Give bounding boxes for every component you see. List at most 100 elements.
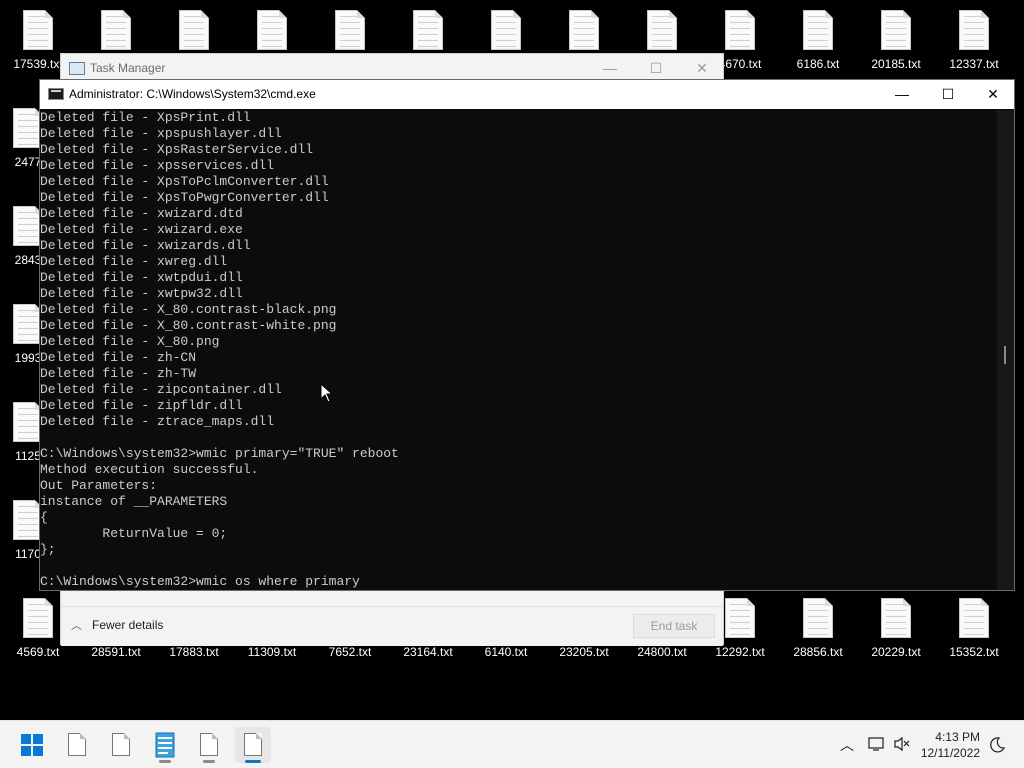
desktop-file-label: 6140.txt xyxy=(484,645,528,659)
console-line: Deleted file - XpsPrint.dll xyxy=(40,110,251,125)
volume-muted-icon[interactable] xyxy=(893,736,911,752)
fewer-details-label: Fewer details xyxy=(92,618,164,632)
cmd-maximize-button[interactable]: ☐ xyxy=(925,80,971,109)
taskbar-file-button-2[interactable] xyxy=(103,727,139,763)
scroll-thumb[interactable] xyxy=(1004,346,1006,364)
show-hidden-icons-button[interactable]: ︿ xyxy=(840,735,854,755)
desktop-file-label: 24800.txt xyxy=(637,645,687,659)
text-file-icon xyxy=(23,10,53,50)
desktop-file-label: 7652.txt xyxy=(328,645,372,659)
taskbar-file-button-3[interactable] xyxy=(191,727,227,763)
desktop-file-label: 17883.txt xyxy=(169,645,219,659)
desktop-file-label: 20229.txt xyxy=(871,645,921,659)
console-line: Deleted file - X_80.contrast-white.png xyxy=(40,318,337,333)
console-line: Deleted file - xwizard.dtd xyxy=(40,206,243,221)
taskbar: ︿ 4:13 PM 12/11/2022 xyxy=(0,720,1024,768)
cmd-minimize-button[interactable]: — xyxy=(879,80,925,109)
text-file-icon xyxy=(725,10,755,50)
task-manager-title: Task Manager xyxy=(90,61,166,75)
running-indicator xyxy=(159,760,171,763)
end-task-button[interactable]: End task xyxy=(633,614,715,638)
clock[interactable]: 4:13 PM 12/11/2022 xyxy=(921,729,980,761)
start-button[interactable] xyxy=(14,727,50,763)
task-manager-maximize-button[interactable]: ☐ xyxy=(633,54,679,82)
console-line: Deleted file - xpsservices.dll xyxy=(40,158,275,173)
console-line: Deleted file - zipfldr.dll xyxy=(40,398,243,413)
text-file-icon xyxy=(803,598,833,638)
text-file-icon xyxy=(179,10,209,50)
console-line: C:\Windows\system32>wmic primary="TRUE" … xyxy=(40,446,399,461)
text-file-icon xyxy=(335,10,365,50)
desktop-file-label: 28856.txt xyxy=(793,645,843,659)
fewer-details-button[interactable]: ︿ Fewer details xyxy=(71,617,163,633)
desktop-file-label: 23164.txt xyxy=(403,645,453,659)
console-line: Deleted file - XpsToPclmConverter.dll xyxy=(40,174,329,189)
task-manager-close-button[interactable]: ✕ xyxy=(679,54,725,82)
notepad-icon xyxy=(155,732,175,758)
console-line: Deleted file - zipcontainer.dll xyxy=(40,382,282,397)
desktop-file-icon[interactable]: 20185.txt xyxy=(858,0,934,72)
clock-time: 4:13 PM xyxy=(935,730,980,744)
console-line: Deleted file - xwtpw32.dll xyxy=(40,286,243,301)
cmd-title: Administrator: C:\Windows\System32\cmd.e… xyxy=(69,87,316,101)
text-file-icon xyxy=(881,598,911,638)
desktop-file-label: 12292.txt xyxy=(715,645,765,659)
desktop-file-icon[interactable]: 20229.txt xyxy=(858,588,934,660)
console-line: Method execution successful. xyxy=(40,462,259,477)
text-file-icon xyxy=(413,10,443,50)
task-manager-icon xyxy=(69,62,85,75)
console-line: Deleted file - xpspushlayer.dll xyxy=(40,126,282,141)
task-manager-titlebar[interactable]: Task Manager — ☐ ✕ xyxy=(61,54,723,82)
desktop-file-label: 23205.txt xyxy=(559,645,609,659)
display-icon[interactable] xyxy=(867,736,885,752)
console-line: Deleted file - ztrace_maps.dll xyxy=(40,414,275,429)
taskbar-file-button-4[interactable] xyxy=(235,727,271,763)
desktop-file-label: 15352.txt xyxy=(949,645,999,659)
desktop-file-icon[interactable]: 6186.txt xyxy=(780,0,856,72)
text-file-icon xyxy=(569,10,599,50)
text-file-icon xyxy=(959,10,989,50)
task-manager-footer: ︿ Fewer details End task xyxy=(61,606,723,646)
task-manager-minimize-button[interactable]: — xyxy=(587,54,633,82)
focus-assist-moon-icon[interactable] xyxy=(988,736,1006,754)
text-file-icon xyxy=(101,10,131,50)
cmd-scrollbar[interactable] xyxy=(997,110,1014,590)
mouse-cursor-icon xyxy=(320,383,334,403)
console-line: { xyxy=(40,510,48,525)
console-line: Deleted file - zh-TW xyxy=(40,366,197,381)
desktop-file-label: 12337.txt xyxy=(949,57,999,71)
cmd-window[interactable]: Administrator: C:\Windows\System32\cmd.e… xyxy=(39,79,1015,591)
console-line: Deleted file - xwizards.dll xyxy=(40,238,251,253)
console-line: Deleted file - X_80.png xyxy=(40,334,220,349)
console-line: C:\Windows\system32>wmic os where primar… xyxy=(40,574,360,589)
text-file-icon xyxy=(803,10,833,50)
document-icon xyxy=(244,733,262,756)
desktop-file-icon[interactable]: 28856.txt xyxy=(780,588,856,660)
console-line: Deleted file - xwtpdui.dll xyxy=(40,270,243,285)
active-indicator xyxy=(245,760,261,763)
console-line: Deleted file - xwreg.dll xyxy=(40,254,228,269)
console-line: Deleted file - xwizard.exe xyxy=(40,222,243,237)
console-line: ReturnValue = 0; xyxy=(40,526,228,541)
console-line: Out Parameters: xyxy=(40,478,158,493)
cmd-titlebar[interactable]: Administrator: C:\Windows\System32\cmd.e… xyxy=(40,80,1014,109)
document-icon xyxy=(112,733,130,756)
desktop-file-icon[interactable]: 15352.txt xyxy=(936,588,1012,660)
taskbar-notepad-button[interactable] xyxy=(147,727,183,763)
text-file-icon xyxy=(647,10,677,50)
chevron-up-icon: ︿ xyxy=(71,620,82,632)
cmd-close-button[interactable]: ✕ xyxy=(970,80,1016,109)
console-line: }; xyxy=(40,542,56,557)
text-file-icon xyxy=(491,10,521,50)
taskbar-file-button-1[interactable] xyxy=(59,727,95,763)
text-file-icon xyxy=(725,598,755,638)
console-output[interactable]: Deleted file - XpsPrint.dll Deleted file … xyxy=(40,110,998,590)
text-file-icon xyxy=(257,10,287,50)
document-icon xyxy=(68,733,86,756)
text-file-icon xyxy=(23,598,53,638)
desktop-file-icon[interactable]: 12337.txt xyxy=(936,0,1012,72)
console-line: Deleted file - zh-CN xyxy=(40,350,197,365)
windows-logo-icon xyxy=(21,734,43,756)
